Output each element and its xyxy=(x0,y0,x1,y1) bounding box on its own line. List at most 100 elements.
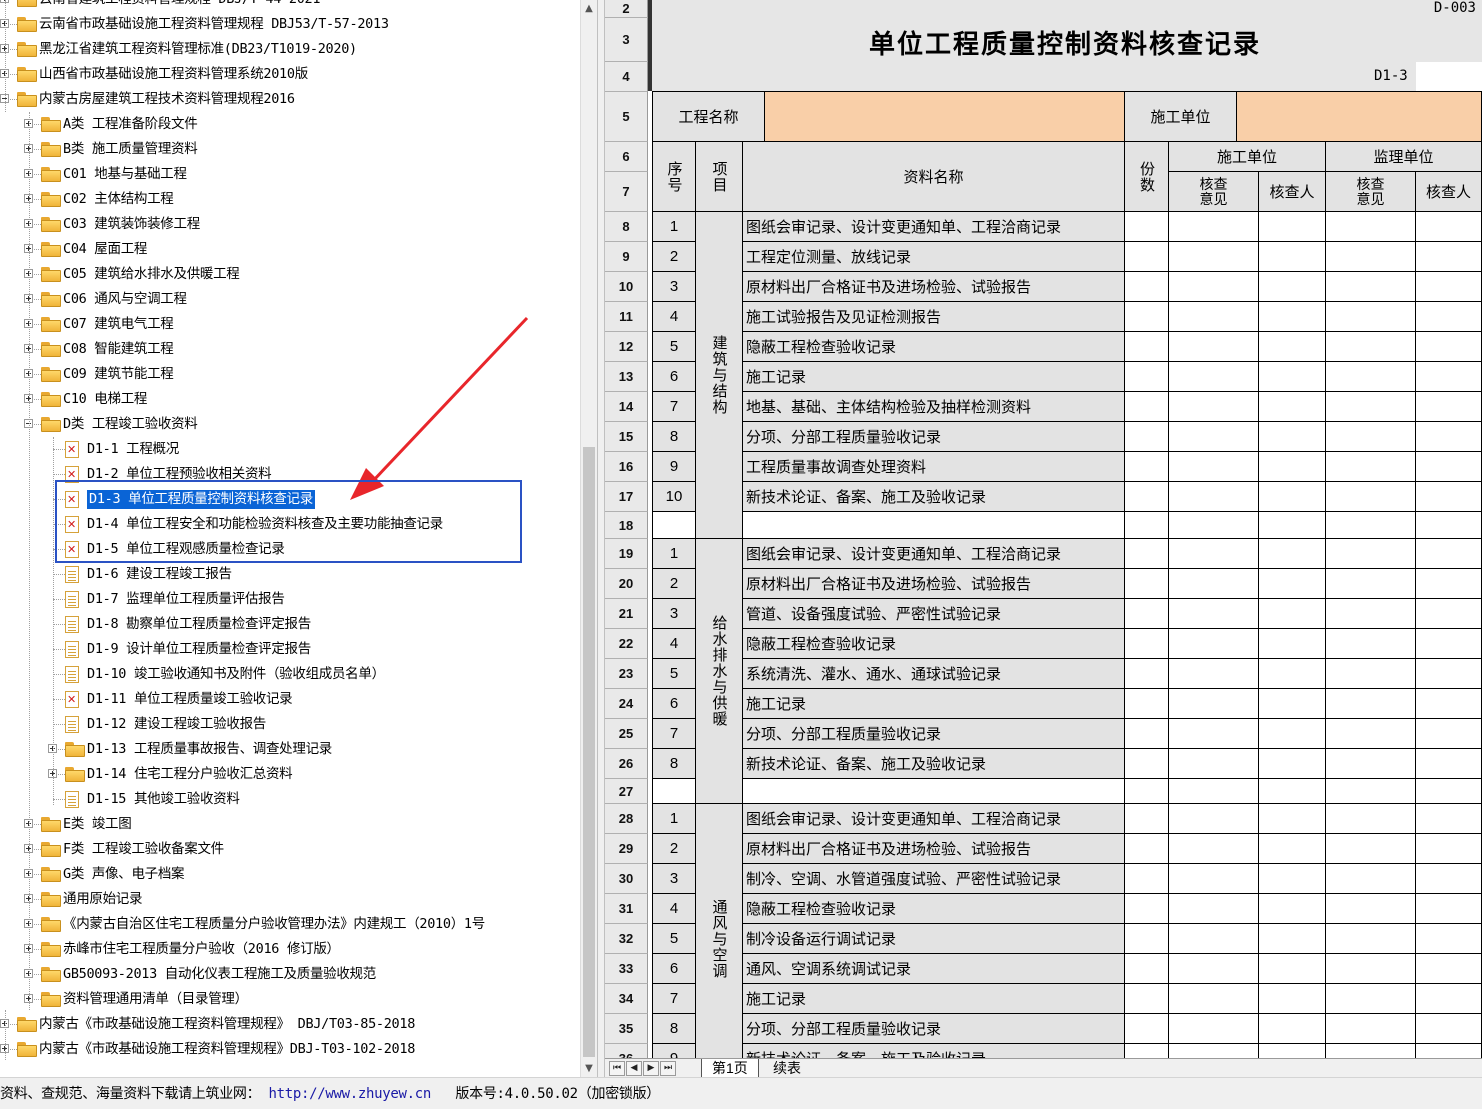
row-header[interactable]: 12 xyxy=(605,332,648,362)
row-header[interactable]: 18 xyxy=(605,512,648,539)
copies-cell[interactable] xyxy=(1125,689,1169,719)
supervisor-checker-cell[interactable] xyxy=(1416,894,1482,924)
copies-cell[interactable] xyxy=(1125,864,1169,894)
tree-item[interactable]: D1-8 勘察单位工程质量检查评定报告 xyxy=(0,612,580,637)
contractor-checker-cell[interactable] xyxy=(1259,362,1326,392)
tree-item[interactable]: D1-12 建设工程竣工验收报告 xyxy=(0,712,580,737)
contractor-opinion-cell[interactable] xyxy=(1169,302,1259,332)
row-header[interactable]: 19 xyxy=(605,539,648,569)
supervisor-checker-cell[interactable] xyxy=(1416,1014,1482,1044)
row-header[interactable]: 35 xyxy=(605,1014,648,1044)
last-sheet-icon[interactable]: ⏭ xyxy=(660,1061,676,1076)
contractor-opinion-cell[interactable] xyxy=(1169,984,1259,1014)
tree-item[interactable]: 《内蒙古自治区住宅工程质量分户验收管理办法》内建规工（2010）1号 xyxy=(0,912,580,937)
supervisor-opinion-cell[interactable] xyxy=(1326,864,1416,894)
supervisor-checker-cell[interactable] xyxy=(1416,954,1482,984)
supervisor-opinion-cell[interactable] xyxy=(1326,1044,1416,1058)
tree-item[interactable]: C06 通风与空调工程 xyxy=(0,287,580,312)
supervisor-checker-cell[interactable] xyxy=(1416,242,1482,272)
tree-item[interactable]: D1-11 单位工程质量竣工验收记录 xyxy=(0,687,580,712)
copies-cell[interactable] xyxy=(1125,362,1169,392)
sheet-tab[interactable]: 第1页 xyxy=(701,1059,759,1078)
contractor-opinion-cell[interactable] xyxy=(1169,212,1259,242)
contractor-checker-cell[interactable] xyxy=(1259,1014,1326,1044)
tree-item[interactable]: C01 地基与基础工程 xyxy=(0,162,580,187)
supervisor-opinion-cell[interactable] xyxy=(1326,302,1416,332)
tree-item[interactable]: D1-10 竣工验收通知书及附件（验收组成员名单） xyxy=(0,662,580,687)
copies-cell[interactable] xyxy=(1125,834,1169,864)
contractor-checker-cell[interactable] xyxy=(1259,984,1326,1014)
tree-item[interactable]: E类 竣工图 xyxy=(0,812,580,837)
contractor-opinion-cell[interactable] xyxy=(1169,539,1259,569)
row-header[interactable]: 3 xyxy=(605,18,648,62)
supervisor-opinion-cell[interactable] xyxy=(1326,749,1416,779)
supervisor-checker-cell[interactable] xyxy=(1416,422,1482,452)
row-header[interactable]: 27 xyxy=(605,779,648,804)
copies-cell[interactable] xyxy=(1125,242,1169,272)
first-sheet-icon[interactable]: ⏮ xyxy=(609,1061,625,1076)
tree-item[interactable]: B类 施工质量管理资料 xyxy=(0,137,580,162)
contractor-opinion-cell[interactable] xyxy=(1169,452,1259,482)
contractor-opinion-cell[interactable] xyxy=(1169,482,1259,512)
tree-item[interactable]: 内蒙古《市政基础设施工程资料管理规程》 DBJ/T03-85-2018 xyxy=(0,1012,580,1037)
supervisor-checker-cell[interactable] xyxy=(1416,749,1482,779)
row-header[interactable]: 10 xyxy=(605,272,648,302)
supervisor-opinion-cell[interactable] xyxy=(1326,689,1416,719)
contractor-checker-cell[interactable] xyxy=(1259,302,1326,332)
contractor-checker-cell[interactable] xyxy=(1259,689,1326,719)
tree-item[interactable]: 赤峰市住宅工程质量分户验收（2016 修订版） xyxy=(0,937,580,962)
website-link[interactable]: http://www.zhuyew.cn xyxy=(268,1086,431,1102)
supervisor-checker-cell[interactable] xyxy=(1416,864,1482,894)
tree-item[interactable]: 内蒙古《市政基础设施工程资料管理规程》DBJ-T03-102-2018 xyxy=(0,1037,580,1062)
contractor-opinion-cell[interactable] xyxy=(1169,629,1259,659)
copies-cell[interactable] xyxy=(1125,1014,1169,1044)
tree-item[interactable]: 通用原始记录 xyxy=(0,887,580,912)
supervisor-opinion-cell[interactable] xyxy=(1326,212,1416,242)
supervisor-checker-cell[interactable] xyxy=(1416,392,1482,422)
supervisor-opinion-cell[interactable] xyxy=(1326,954,1416,984)
scroll-down-icon[interactable]: ▼ xyxy=(581,1060,597,1077)
copies-cell[interactable] xyxy=(1125,1044,1169,1058)
row-header[interactable]: 33 xyxy=(605,954,648,984)
contractor-checker-cell[interactable] xyxy=(1259,332,1326,362)
supervisor-opinion-cell[interactable] xyxy=(1326,539,1416,569)
contractor-field[interactable] xyxy=(1237,92,1482,142)
contractor-opinion-cell[interactable] xyxy=(1169,924,1259,954)
row-header[interactable]: 36 xyxy=(605,1044,648,1058)
tree-item[interactable]: 内蒙古房屋建筑工程技术资料管理规程2016 xyxy=(0,87,580,112)
copies-cell[interactable] xyxy=(1125,512,1169,539)
contractor-opinion-cell[interactable] xyxy=(1169,272,1259,302)
tree-item[interactable]: D1-15 其他竣工验收资料 xyxy=(0,787,580,812)
contractor-checker-cell[interactable] xyxy=(1259,864,1326,894)
tree-item[interactable]: D1-9 设计单位工程质量检查评定报告 xyxy=(0,637,580,662)
contractor-opinion-cell[interactable] xyxy=(1169,332,1259,362)
copies-cell[interactable] xyxy=(1125,452,1169,482)
copies-cell[interactable] xyxy=(1125,749,1169,779)
supervisor-checker-cell[interactable] xyxy=(1416,569,1482,599)
copies-cell[interactable] xyxy=(1125,332,1169,362)
supervisor-opinion-cell[interactable] xyxy=(1326,894,1416,924)
row-header[interactable]: 31 xyxy=(605,894,648,924)
contractor-checker-cell[interactable] xyxy=(1259,212,1326,242)
supervisor-checker-cell[interactable] xyxy=(1416,512,1482,539)
row-header[interactable]: 26 xyxy=(605,749,648,779)
supervisor-checker-cell[interactable] xyxy=(1416,719,1482,749)
tree-item[interactable]: C04 屋面工程 xyxy=(0,237,580,262)
tree-item[interactable]: C05 建筑给水排水及供暖工程 xyxy=(0,262,580,287)
contractor-opinion-cell[interactable] xyxy=(1169,422,1259,452)
copies-cell[interactable] xyxy=(1125,804,1169,834)
copies-cell[interactable] xyxy=(1125,984,1169,1014)
contractor-checker-cell[interactable] xyxy=(1259,599,1326,629)
form-number-input[interactable] xyxy=(1416,62,1482,91)
supervisor-opinion-cell[interactable] xyxy=(1326,569,1416,599)
copies-cell[interactable] xyxy=(1125,894,1169,924)
contractor-opinion-cell[interactable] xyxy=(1169,804,1259,834)
tree-item[interactable]: D1-7 监理单位工程质量评估报告 xyxy=(0,587,580,612)
supervisor-checker-cell[interactable] xyxy=(1416,659,1482,689)
tree-item[interactable]: C07 建筑电气工程 xyxy=(0,312,580,337)
tree-item[interactable]: C09 建筑节能工程 xyxy=(0,362,580,387)
row-header[interactable]: 32 xyxy=(605,924,648,954)
tree-item[interactable]: D1-1 工程概况 xyxy=(0,437,580,462)
tree-item[interactable]: C02 主体结构工程 xyxy=(0,187,580,212)
row-header[interactable]: 8 xyxy=(605,212,648,242)
